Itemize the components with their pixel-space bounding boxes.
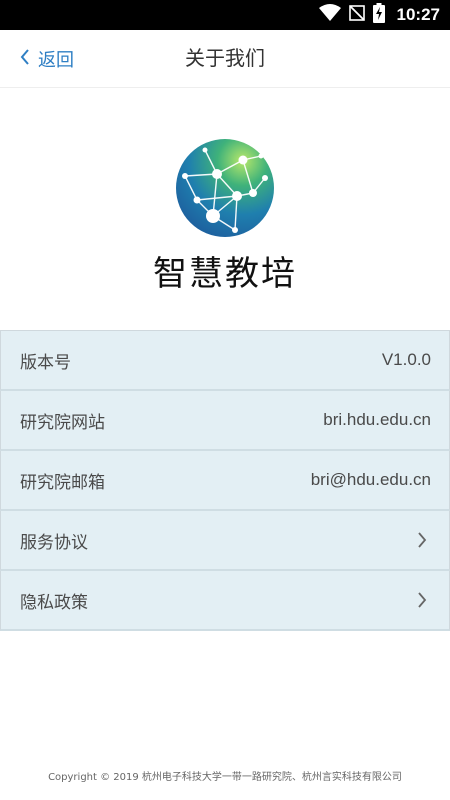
battery-charging-icon xyxy=(372,3,385,27)
app-name: 智慧教培 xyxy=(153,254,297,294)
service-agreement-row[interactable]: 服务协议 xyxy=(0,511,450,571)
website-value[interactable]: bri.hdu.edu.cn xyxy=(323,410,431,430)
row-label: 版本号 xyxy=(20,352,71,373)
chevron-right-icon xyxy=(417,592,431,608)
status-icons: 10:27 xyxy=(318,0,440,30)
network-globe-logo xyxy=(176,139,274,237)
row-label: 研究院邮箱 xyxy=(20,472,105,493)
back-button[interactable]: 返回 xyxy=(20,30,74,88)
copyright-footer: Copyright © 2019 杭州电子科技大学一带一路研究院、杭州言实科技有… xyxy=(48,772,402,783)
info-list: 版本号 V1.0.0 研究院网站 bri.hdu.edu.cn 研究院邮箱 br… xyxy=(0,330,450,631)
privacy-policy-row[interactable]: 隐私政策 xyxy=(0,571,450,631)
nav-bar: 关于我们 返回 xyxy=(0,30,450,88)
row-label: 服务协议 xyxy=(20,532,88,553)
status-bar: 10:27 xyxy=(0,0,450,30)
website-row[interactable]: 研究院网站 bri.hdu.edu.cn xyxy=(0,391,450,451)
email-value[interactable]: bri@hdu.edu.cn xyxy=(311,470,431,490)
row-label: 隐私政策 xyxy=(20,592,88,613)
no-signal-icon xyxy=(348,4,365,26)
back-label: 返回 xyxy=(38,50,74,71)
wifi-icon xyxy=(318,4,341,26)
status-time: 10:27 xyxy=(396,5,440,24)
version-row: 版本号 V1.0.0 xyxy=(0,331,450,391)
row-label: 研究院网站 xyxy=(20,412,105,433)
email-row[interactable]: 研究院邮箱 bri@hdu.edu.cn xyxy=(0,451,450,511)
app-logo xyxy=(175,138,275,238)
version-value: V1.0.0 xyxy=(381,350,431,369)
chevron-left-icon xyxy=(20,49,30,69)
chevron-right-icon xyxy=(417,532,431,548)
